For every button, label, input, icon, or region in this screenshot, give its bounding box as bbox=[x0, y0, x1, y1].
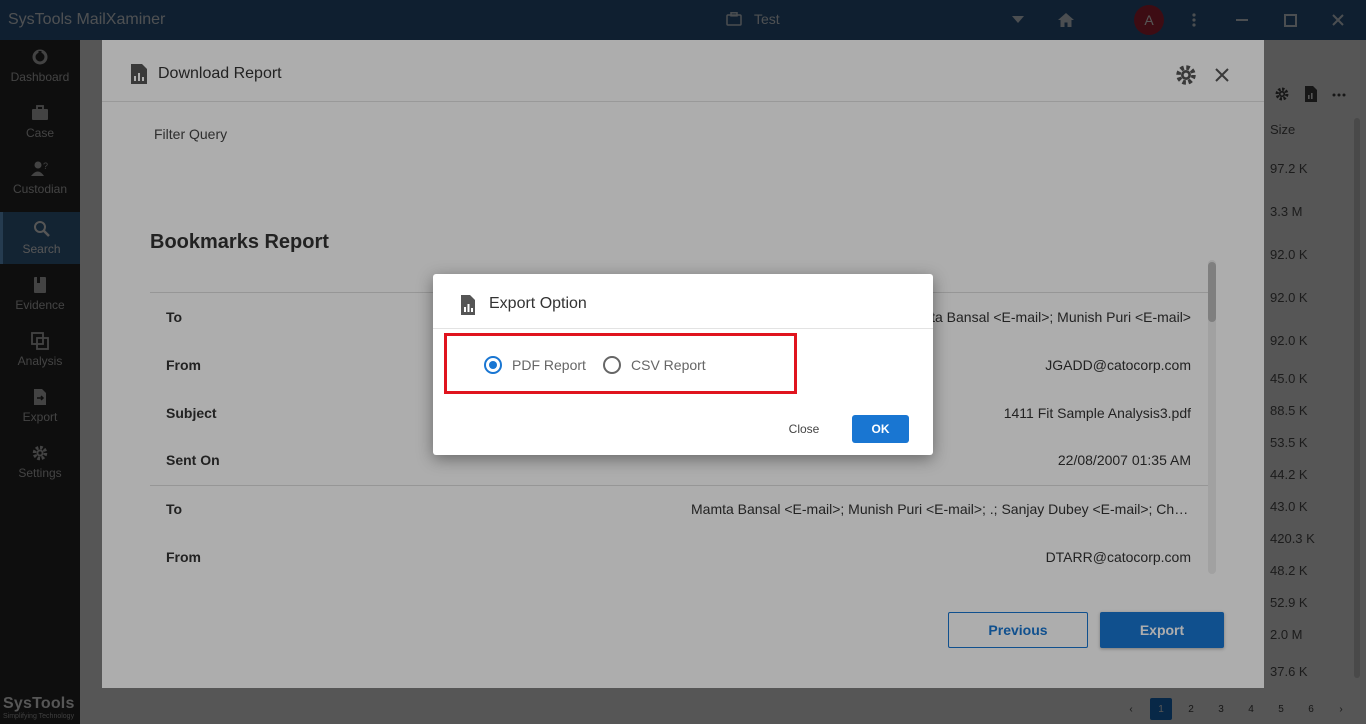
radio-unselected-icon[interactable] bbox=[603, 356, 621, 374]
radio-selected-icon[interactable] bbox=[484, 356, 502, 374]
ok-button[interactable]: OK bbox=[852, 415, 909, 443]
modal-title: Export Option bbox=[489, 295, 587, 312]
pdf-report-radio[interactable]: PDF Report bbox=[484, 356, 586, 374]
radio-label: CSV Report bbox=[631, 357, 706, 373]
close-button[interactable]: Close bbox=[776, 415, 832, 443]
radio-label: PDF Report bbox=[512, 357, 586, 373]
report-icon bbox=[461, 295, 475, 315]
export-option-modal: Export Option PDF Report CSV Report Clos… bbox=[433, 274, 933, 455]
modal-divider bbox=[433, 328, 933, 329]
csv-report-radio[interactable]: CSV Report bbox=[603, 356, 706, 374]
